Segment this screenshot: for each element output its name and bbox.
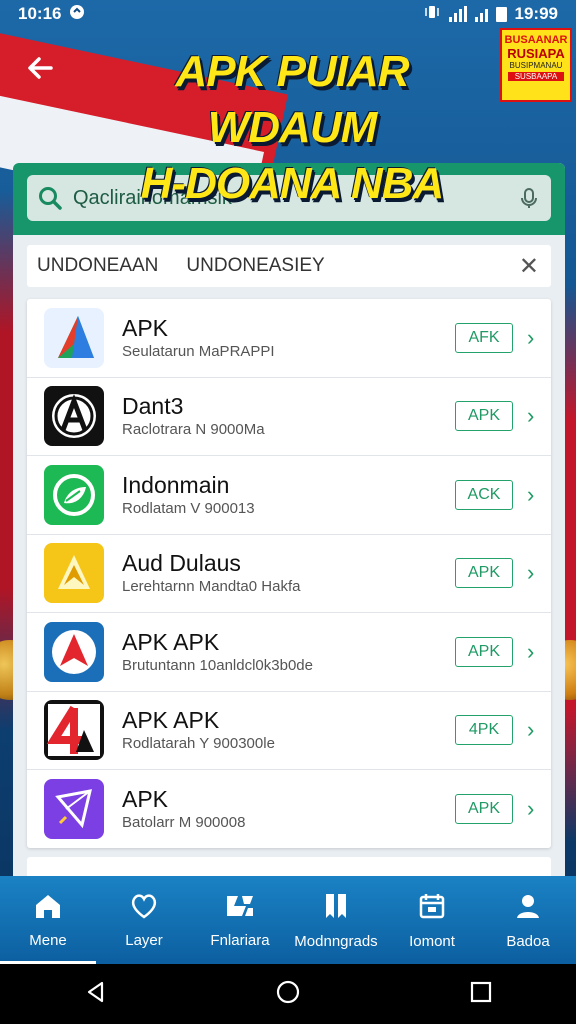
promo-line4: SUSBAAPA xyxy=(508,72,564,81)
nav-item-iomont[interactable]: Iomont xyxy=(384,876,480,964)
heart-outline-icon xyxy=(129,892,159,924)
battery-icon xyxy=(495,6,507,22)
page-title: APK PUIAR WDAUM H-DOANA NBA xyxy=(92,44,492,212)
app-name: APK xyxy=(122,785,169,812)
filter-chip-2[interactable]: UNDONEASIEY xyxy=(186,255,324,277)
app-subtitle: Brutuntann 10anldcl0k3b0de xyxy=(122,656,313,674)
apk-download-button[interactable]: AFK xyxy=(455,322,513,353)
status-time: 10:16 xyxy=(18,4,62,23)
search-icon xyxy=(27,185,73,211)
list-item[interactable]: Indonmain Rodlatam V 900013 ACK › xyxy=(27,456,551,535)
page-title-line1: APK PUIAR WDAUM xyxy=(175,47,409,152)
bookmarks-icon xyxy=(321,891,351,925)
nav-label: Mene xyxy=(29,931,67,949)
system-home-icon[interactable] xyxy=(275,979,301,1010)
list-item[interactable]: APK APK Brutuntann 10anldcl0k3b0de APK › xyxy=(27,613,551,692)
purple-kite-app-icon xyxy=(44,778,104,839)
green-leaf-app-icon xyxy=(44,464,104,525)
wifi-signal-icon xyxy=(448,6,467,22)
list-item[interactable]: APK Batolarr M 900008 APK › xyxy=(27,770,551,848)
nav-label: Layer xyxy=(125,931,163,949)
nav-item-home[interactable]: Mene xyxy=(0,876,96,964)
app-subtitle: Lerehtarnn Mandta0 Hakfa xyxy=(122,578,301,596)
promo-line3: BUSIPMANAU xyxy=(509,61,563,70)
list-item[interactable]: Dant3 Raclotrara N 9000Ma APK › xyxy=(27,378,551,456)
app-name: APK xyxy=(122,314,169,341)
vibrate-icon xyxy=(423,4,441,25)
clear-filter-icon[interactable]: ✕ xyxy=(519,252,539,281)
yellow-star-app-icon xyxy=(44,543,104,604)
filter-chip-1[interactable]: UNDONEAAN xyxy=(37,255,158,277)
system-navigation-bar xyxy=(0,964,576,1024)
apk-download-button[interactable]: 4PK xyxy=(455,715,513,746)
app-name: Aud Dulaus xyxy=(122,550,241,577)
apk-download-button[interactable]: ACK xyxy=(455,479,513,510)
profile-icon xyxy=(513,891,543,925)
apk-download-button[interactable]: APK xyxy=(455,793,513,824)
bottom-navigation: Mene Layer Fnlariara Modnngrads Iomont B… xyxy=(0,876,576,964)
app-name: Dant3 xyxy=(122,393,184,420)
nav-item-profile[interactable]: Badoa xyxy=(480,876,576,964)
promo-line2: RUSIAPA xyxy=(507,46,565,61)
status-time-right: 19:99 xyxy=(514,4,558,23)
app-name: Indonmain xyxy=(122,471,230,498)
system-back-icon[interactable] xyxy=(84,980,106,1009)
chevron-right-icon[interactable]: › xyxy=(527,482,537,508)
app-subtitle: Batolarr M 900008 xyxy=(122,813,246,831)
apk-download-button[interactable]: APK xyxy=(455,401,513,432)
app-subtitle: Rodlatarah Y 900300le xyxy=(122,735,275,753)
promo-badge[interactable]: BUSAANAR RUSIAPA BUSIPMANAU SUSBAAPA xyxy=(500,28,572,102)
filter-bar: UNDONEAAN UNDONEASIEY ✕ xyxy=(27,245,551,287)
chevron-right-icon[interactable]: › xyxy=(527,639,537,665)
notification-icon xyxy=(69,4,85,25)
nav-label: Modnngrads xyxy=(294,932,378,950)
list-item[interactable]: APK APK Rodlatarah Y 900300le 4PK › xyxy=(27,692,551,770)
app-header: APK PUIAR WDAUM H-DOANA NBA BUSAANAR RUS… xyxy=(0,28,576,208)
app-subtitle: Rodlatam V 900013 xyxy=(122,499,255,517)
chevron-right-icon[interactable]: › xyxy=(527,717,537,743)
nav-item-layer[interactable]: Layer xyxy=(96,876,192,964)
app-list: APK Seulatarun MaPRAPPI AFK › Dant3 Racl… xyxy=(27,299,551,848)
chevron-right-icon[interactable]: › xyxy=(527,403,537,429)
app-name: APK APK xyxy=(122,707,220,734)
app-list-card: Qacliraihomamsik UNDONEAAN UNDONEASIEY ✕… xyxy=(13,163,565,883)
nav-label: Iomont xyxy=(409,932,455,950)
home-icon xyxy=(33,892,63,924)
app-subtitle: Raclotrara N 9000Ma xyxy=(122,421,265,439)
back-arrow-icon[interactable] xyxy=(18,50,62,94)
apk-download-button[interactable]: APK xyxy=(455,636,513,667)
apk-download-button[interactable]: APK xyxy=(455,558,513,589)
letter-a-app-icon xyxy=(44,386,104,447)
red-arrow-app-icon xyxy=(44,621,104,682)
chevron-right-icon[interactable]: › xyxy=(527,560,537,586)
system-recents-icon[interactable] xyxy=(470,981,492,1008)
nav-label: Badoa xyxy=(506,932,550,950)
status-bar: 10:16 19:99 xyxy=(0,0,576,28)
list-item[interactable]: APK Seulatarun MaPRAPPI AFK › xyxy=(27,299,551,378)
list-item[interactable]: Aud Dulaus Lerehtarnn Mandta0 Hakfa APK … xyxy=(27,535,551,613)
page-title-line2: H-DOANA NBA xyxy=(140,159,445,208)
app-subtitle: Seulatarun MaPRAPPI xyxy=(122,342,275,360)
app-name: APK APK xyxy=(122,628,220,655)
puzzle-icon xyxy=(224,892,256,924)
triangle-app-icon xyxy=(44,307,104,368)
cell-signal-icon xyxy=(474,6,488,22)
chevron-right-icon[interactable]: › xyxy=(527,796,537,822)
calendar-icon xyxy=(417,891,447,925)
number-4-app-icon xyxy=(44,700,104,761)
microphone-icon[interactable] xyxy=(507,186,551,210)
nav-item-bookmarks[interactable]: Modnngrads xyxy=(288,876,384,964)
nav-item-features[interactable]: Fnlariara xyxy=(192,876,288,964)
promo-line1: BUSAANAR xyxy=(504,34,568,46)
chevron-right-icon[interactable]: › xyxy=(527,325,537,351)
nav-label: Fnlariara xyxy=(210,931,270,949)
